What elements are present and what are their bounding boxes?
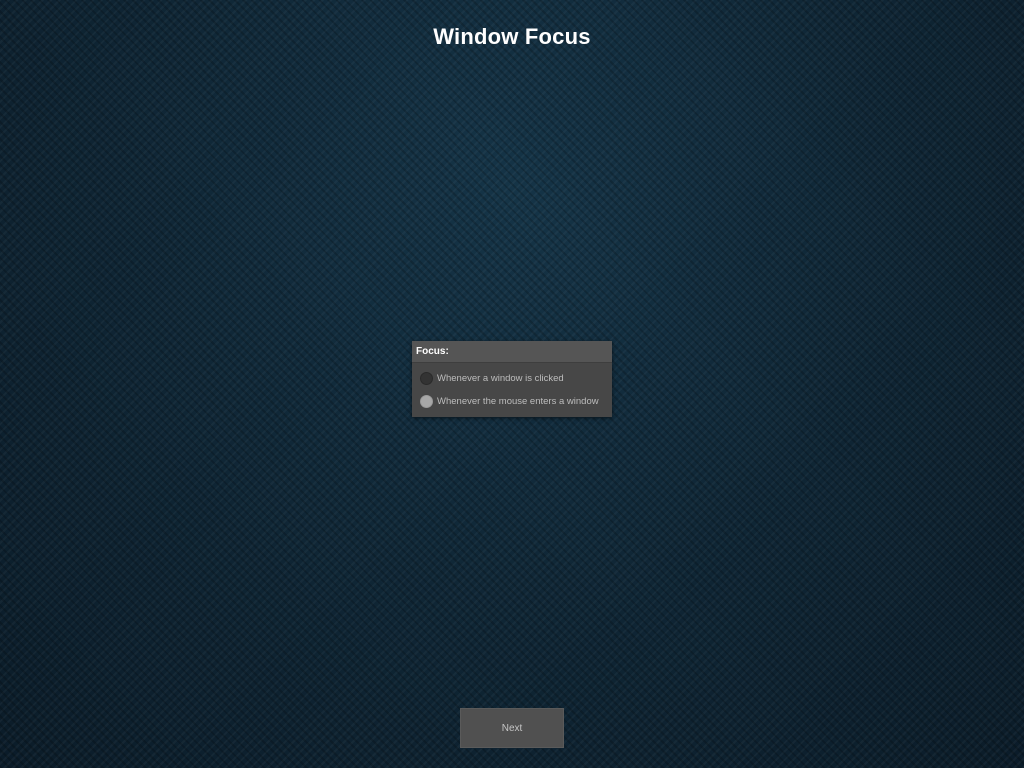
focus-panel-title: Focus: bbox=[412, 341, 612, 363]
focus-option-click[interactable]: Whenever a window is clicked bbox=[420, 370, 564, 386]
focus-option-click-label: Whenever a window is clicked bbox=[437, 372, 564, 384]
next-button[interactable]: Next bbox=[460, 708, 564, 748]
focus-option-mouse-enter[interactable]: Whenever the mouse enters a window bbox=[420, 393, 599, 409]
radio-button-unselected[interactable] bbox=[420, 371, 433, 385]
page-title: Window Focus bbox=[433, 24, 591, 49]
focus-option-mouse-enter-label: Whenever the mouse enters a window bbox=[437, 395, 599, 407]
radio-button-selected[interactable] bbox=[420, 394, 433, 408]
focus-settings-panel: Focus: Whenever a window is clicked When… bbox=[412, 341, 612, 417]
